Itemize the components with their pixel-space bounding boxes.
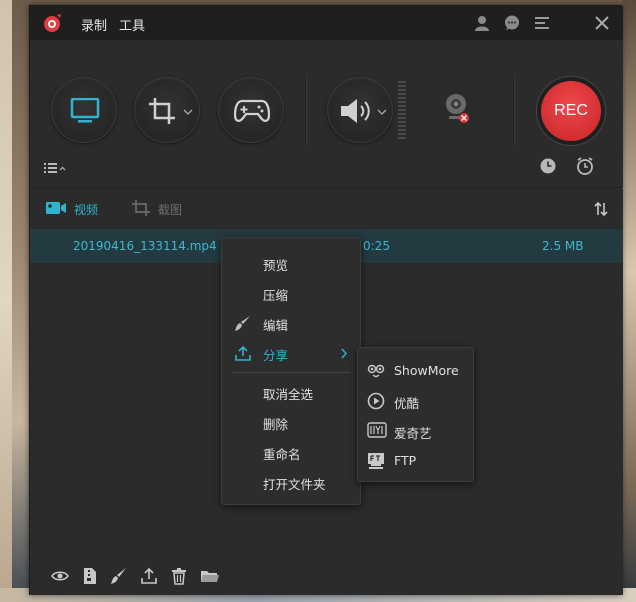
compress-icon[interactable]: [81, 567, 99, 585]
menu-item-share[interactable]: 分享: [222, 338, 360, 368]
audio-level-meter: [398, 81, 406, 139]
media-tabs: 视频 截图: [30, 189, 623, 227]
list-options-icon[interactable]: [43, 161, 67, 175]
tab-video[interactable]: 视频: [74, 201, 98, 218]
menu-tools[interactable]: 工具: [119, 15, 145, 34]
context-menu: 预览 压缩 编辑 分享 取消全选 删除 重命名 打开文件夹: [221, 237, 361, 505]
eye-icon[interactable]: [51, 567, 69, 585]
menu-item-open-folder[interactable]: 打开文件夹: [222, 467, 360, 497]
game-mode-button[interactable]: [218, 77, 284, 143]
bottom-action-bar: [30, 557, 623, 595]
folder-icon[interactable]: [200, 567, 220, 585]
video-camera-icon: [46, 202, 66, 214]
showmore-icon: [367, 364, 385, 378]
menu-record[interactable]: 录制: [81, 15, 107, 34]
screenshot-crop-icon: [132, 200, 150, 216]
monitor-icon: [70, 98, 100, 123]
audio-button[interactable]: [327, 77, 393, 143]
menu-separator: [232, 372, 350, 373]
tab-screenshot[interactable]: 截图: [158, 201, 182, 218]
file-size: 2.5 MB: [542, 239, 584, 253]
chat-icon[interactable]: [503, 14, 521, 32]
share-showmore[interactable]: ShowMore: [358, 355, 473, 385]
close-icon[interactable]: [593, 14, 611, 32]
share-submenu: ShowMore 优酷 爱奇艺 FTP: [357, 347, 474, 482]
brush-icon: [235, 316, 250, 331]
youku-icon: [367, 392, 385, 410]
share-iqiyi[interactable]: 爱奇艺: [358, 415, 473, 445]
chevron-right-icon: [341, 348, 347, 359]
gamepad-icon: [234, 99, 270, 122]
hamburger-menu-icon[interactable]: [533, 14, 551, 32]
file-duration: 0:25: [363, 239, 390, 253]
title-bar: 录制 工具: [30, 6, 623, 40]
recording-toolbar: [30, 40, 623, 188]
menu-item-compress[interactable]: 压缩: [222, 278, 360, 308]
desktop-background-left: [0, 0, 12, 602]
upload-icon[interactable]: [140, 567, 158, 585]
share-youku[interactable]: 优酷: [358, 385, 473, 415]
menu-item-rename[interactable]: 重命名: [222, 437, 360, 467]
toolbar-divider: [513, 76, 515, 146]
file-name: 20190416_133114.mp4: [73, 239, 217, 253]
ftp-icon: [368, 453, 384, 469]
trash-icon[interactable]: [170, 567, 188, 585]
app-logo-icon: [44, 14, 61, 32]
speaker-icon: [341, 99, 370, 123]
crop-icon: [149, 98, 175, 124]
record-screen-button[interactable]: [51, 77, 117, 143]
alarm-clock-icon[interactable]: [575, 156, 595, 176]
crop-region-button[interactable]: [134, 77, 200, 143]
iqiyi-icon: [367, 422, 387, 438]
webcam-button[interactable]: [424, 77, 490, 143]
share-ftp[interactable]: FTP: [358, 445, 473, 475]
menu-item-delete[interactable]: 删除: [222, 407, 360, 437]
toolbar-divider: [305, 76, 307, 146]
sort-icon[interactable]: [593, 201, 609, 217]
desktop-background-right: [622, 0, 636, 602]
chevron-down-icon: [183, 109, 193, 115]
chevron-down-icon: [377, 109, 387, 115]
menu-item-deselect-all[interactable]: 取消全选: [222, 377, 360, 407]
menu-item-edit[interactable]: 编辑: [222, 308, 360, 338]
record-button-ring: REC: [536, 76, 606, 146]
clock-icon[interactable]: [539, 157, 557, 175]
brush-icon[interactable]: [110, 567, 128, 585]
webcam-icon: [446, 94, 469, 123]
user-icon[interactable]: [473, 14, 491, 32]
menu-item-preview[interactable]: 预览: [222, 248, 360, 278]
rec-button[interactable]: REC: [541, 81, 601, 141]
upload-icon: [235, 345, 251, 361]
